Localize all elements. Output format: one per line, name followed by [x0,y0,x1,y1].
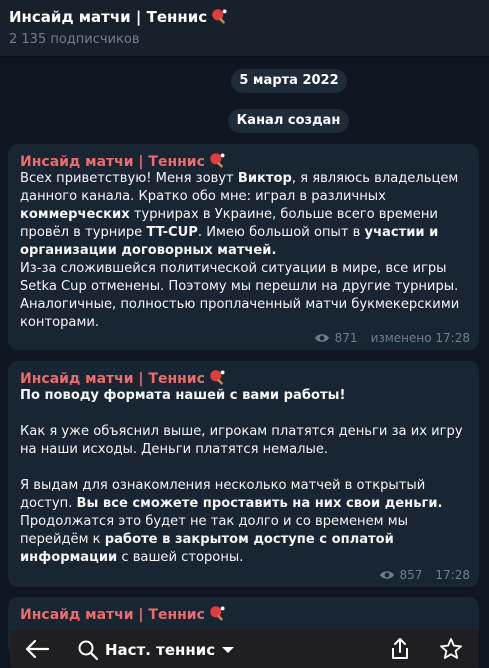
search-icon [78,640,99,661]
message-text: По поводу формата нашей с вами работы! К… [20,388,463,565]
dropdown-label: Наст. теннис [105,641,216,659]
star-icon[interactable] [439,637,463,661]
eye-icon [379,571,394,579]
message-meta: 871 изменено 17:28 [314,331,470,345]
message-text: Всех приветствую! Меня зовут Виктор, я я… [20,171,460,330]
ping-pong-icon [210,370,225,385]
view-count: 871 [334,331,358,345]
eye-icon [314,334,329,342]
view-count: 857 [399,568,423,582]
ping-pong-icon [212,9,227,24]
message-time: 17:28 [435,568,470,582]
message-bubble[interactable]: Инсайд матчи | Теннис По поводу формата … [8,361,479,587]
ping-pong-icon [210,153,225,168]
message-author: Инсайд матчи | Теннис [20,152,469,170]
service-message-channel-created: Канал создан [228,109,349,133]
message-time: изменено 17:28 [370,331,470,345]
message-meta: 857 17:28 [379,568,470,582]
search-engine-dropdown[interactable]: Наст. теннис [77,639,235,661]
back-arrow-icon[interactable] [24,638,50,660]
bottom-toolbar: Наст. теннис [10,630,479,668]
share-icon[interactable] [389,637,411,661]
message-bubble[interactable]: Инсайд матчи | Теннис Всех приветствую! … [8,144,479,350]
message-author: Инсайд матчи | Теннис [20,605,469,623]
channel-header[interactable]: Инсайд матчи | Теннис 2 135 подписчиков [0,0,489,57]
subscriber-count: 2 135 подписчиков [9,32,140,47]
date-separator: 5 марта 2022 [231,69,347,93]
chevron-down-icon [222,647,235,653]
message-author: Инсайд матчи | Теннис [20,369,469,387]
channel-title: Инсайд матчи | Теннис [9,8,228,26]
ping-pong-icon [210,606,225,621]
